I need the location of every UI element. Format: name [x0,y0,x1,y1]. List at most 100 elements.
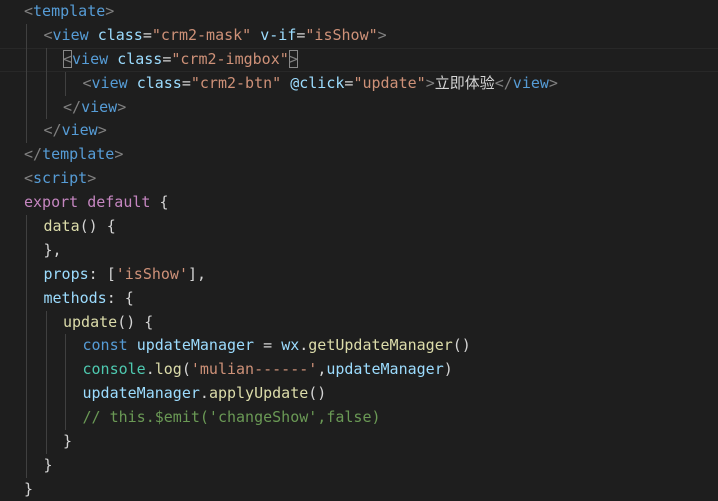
code-line[interactable]: console.log('mulian------',updateManager… [0,358,718,383]
code-token: > [117,97,127,116]
indent-guide [26,334,27,359]
code-line[interactable]: <view class="crm2-mask" v-if="isShow"> [0,23,718,48]
code-token: </ [63,97,82,116]
code-line[interactable]: const updateManager = wx.getUpdateManage… [0,334,718,359]
code-line[interactable]: <template> [0,0,718,24]
code-token: view [61,121,98,140]
code-token: "crm2-imgbox" [171,49,289,68]
indent-guide [45,47,47,72]
code-token: = [254,336,282,355]
code-token: view [512,73,549,92]
code-line[interactable]: export default { [0,191,718,215]
indent-guide [26,23,27,48]
code-line[interactable]: methods: { [0,286,718,311]
code-line[interactable]: } [0,453,718,478]
code-token: updateManager [82,384,200,403]
indent-guide [26,47,27,72]
code-token: () [308,384,327,403]
code-token: 'isShow' [115,264,188,283]
code-token: > [114,145,124,164]
code-token: wx [281,336,300,355]
code-token: ) [443,360,453,379]
code-token: data [43,217,80,236]
indent-guide [65,406,66,431]
code-token: @click [290,73,345,92]
code-token: updateManager [326,360,444,379]
code-token: "crm2-btn" [190,73,282,92]
code-token: "update" [353,73,426,92]
code-line[interactable]: update() { [0,310,718,335]
code-token: props [43,264,89,283]
indent-guide [45,334,47,359]
code-token: 立即体验 [434,73,495,92]
code-token: script [33,169,88,188]
code-line[interactable]: <view class="crm2-imgbox"> [0,47,718,72]
code-token: < [24,169,34,188]
code-editor[interactable]: <template> <view class="crm2-mask" v-if="… [0,0,718,501]
code-token: </ [24,145,43,164]
code-token: < [24,2,34,20]
indent-guide [65,358,66,383]
code-token: > [548,73,558,92]
indent-guide [26,453,27,478]
code-token: } [63,432,73,451]
code-token: view [72,49,109,68]
code-token: // this.$emit('changeShow',false) [82,408,381,427]
code-token: export [24,193,79,212]
code-line[interactable]: data() { [0,215,718,239]
code-area[interactable]: <template> <view class="crm2-mask" v-if="… [0,0,718,501]
code-line[interactable]: }, [0,238,718,263]
code-token: } [43,455,53,474]
code-token: ], [188,264,207,283]
code-line[interactable]: } [0,478,718,501]
code-token: = [142,25,152,44]
code-token: view [91,73,128,92]
indent-guide [26,262,27,287]
code-token: getUpdateManager [308,336,453,355]
code-token: 'mulian------' [190,360,318,379]
indent-guide [26,310,27,335]
code-line[interactable]: props: ['isShow'], [0,262,718,287]
code-token: : [ [88,264,116,283]
indent-guide [45,382,47,407]
code-token: }, [43,240,62,259]
code-token: > [425,73,435,92]
code-token: update [63,312,118,331]
code-token: { [150,193,169,212]
indent-guide [26,71,27,96]
indent-guide [26,358,27,383]
code-token: template [33,2,106,20]
code-line[interactable]: </view> [0,95,718,120]
code-token: () [452,336,471,355]
indent-guide [45,95,47,120]
code-token: </ [494,73,513,92]
code-token: = [181,73,191,92]
code-line[interactable]: // this.$emit('changeShow',false) [0,406,718,431]
code-token: updateManager [136,336,255,355]
code-token: . [145,360,155,379]
code-token: methods [43,288,107,307]
code-token: , [317,360,327,379]
code-token: template [42,145,115,164]
indent-guide [65,382,66,407]
code-token: < [63,49,73,68]
code-line[interactable]: </view> [0,119,718,144]
code-line[interactable]: } [0,430,718,454]
code-line[interactable]: <script> [0,167,718,191]
code-line[interactable]: <view class="crm2-btn" @click="update">立… [0,71,718,96]
indent-guide [45,430,47,454]
code-token: default [87,193,151,212]
code-token: () { [117,312,154,331]
indent-guide [26,406,27,431]
code-token: view [52,25,89,44]
code-token: </ [43,121,62,140]
code-line[interactable]: </template> [0,143,718,167]
code-token: () { [79,217,116,236]
code-token: const [82,336,128,355]
code-line[interactable]: updateManager.applyUpdate() [0,382,718,407]
code-token: ( [181,360,191,379]
